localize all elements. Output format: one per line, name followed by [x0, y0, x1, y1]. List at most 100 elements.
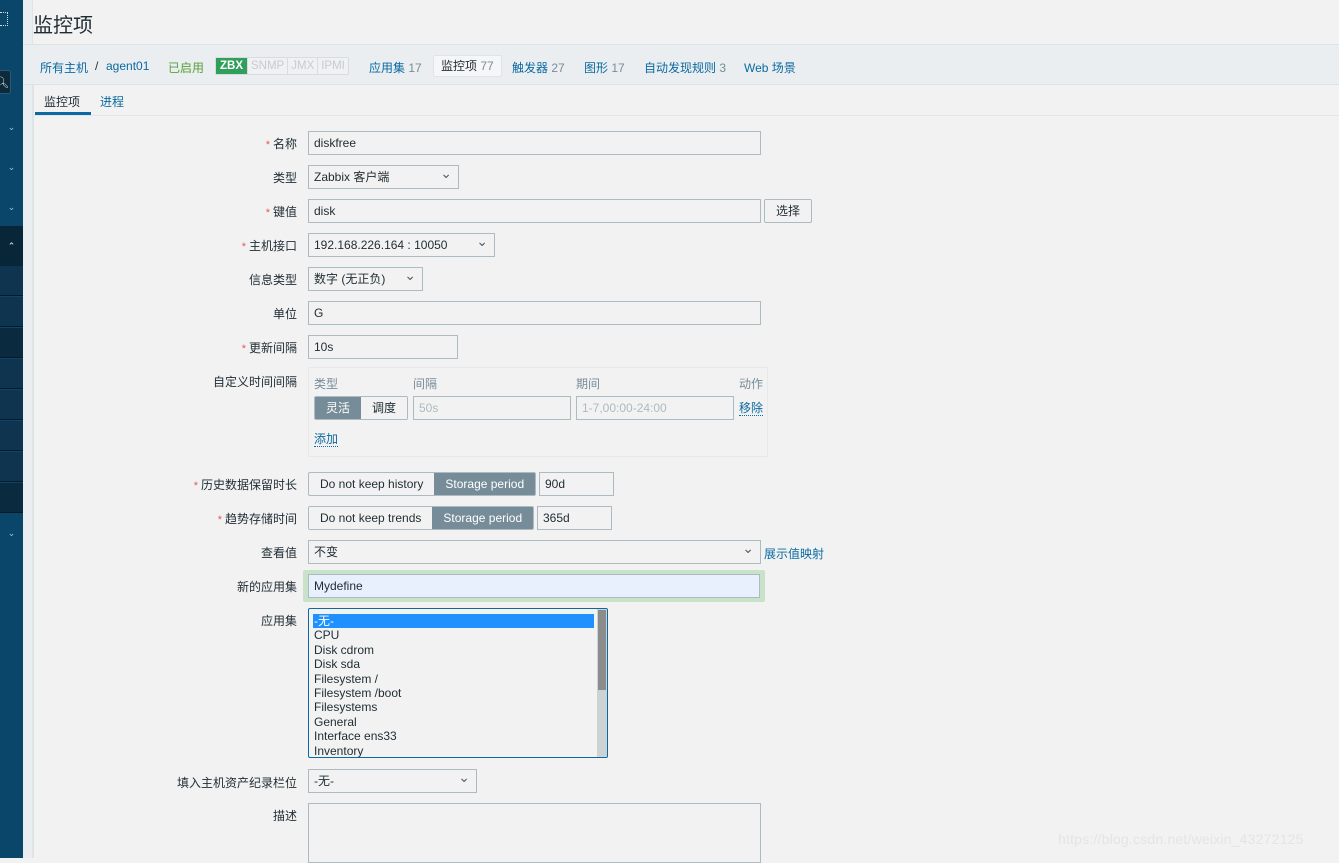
- label-text: 趋势存储时间: [224, 512, 297, 526]
- description-textarea[interactable]: [308, 803, 761, 863]
- host-status-enabled[interactable]: 已启用: [168, 59, 204, 76]
- hostnav-label: 应用集: [369, 61, 406, 75]
- sidebar-menu-monitoring[interactable]: ⌄: [0, 107, 23, 147]
- application-option[interactable]: Disk cdrom: [309, 643, 607, 657]
- units-label: 单位: [272, 307, 297, 321]
- column-header-action: 动作: [739, 377, 764, 391]
- availability-indicators: ZBX SNMP JMX IPMI: [215, 57, 349, 75]
- chevron-down-icon: ⌄: [7, 202, 16, 212]
- sidebar-menu-reports[interactable]: ⌄: [0, 187, 23, 227]
- sidebar: 🔍︎ ⌄ ⌄ ⌄ ⌃ ⌄: [0, 0, 23, 858]
- application-option[interactable]: General: [309, 715, 607, 729]
- sidebar-menu-configuration[interactable]: ⌃: [0, 226, 23, 266]
- form-tabs: 监控项 进程: [34, 85, 1339, 116]
- sidebar-menu-administration[interactable]: ⌄: [0, 513, 23, 553]
- inventory-field-label: 填入主机资产纪录栏位: [176, 776, 297, 790]
- history-storage-period-button[interactable]: Storage period: [434, 473, 536, 495]
- application-option[interactable]: Inventory: [309, 744, 607, 757]
- sidebar-menu-inventory[interactable]: ⌄: [0, 147, 23, 187]
- type-select[interactable]: Zabbix 客户端: [308, 165, 459, 189]
- type-scheduling-button[interactable]: 调度: [361, 397, 408, 419]
- tab-preprocessing[interactable]: 进程: [100, 93, 124, 110]
- units-input[interactable]: G: [308, 301, 761, 325]
- sidebar-subitem[interactable]: [0, 297, 23, 327]
- hostnav-label: Web 场景: [744, 61, 796, 75]
- tab-item[interactable]: 监控项: [44, 93, 80, 110]
- sidebar-subitem[interactable]: [0, 452, 23, 482]
- hostnav-discovery-rules[interactable]: 自动发现规则 3: [644, 59, 726, 76]
- trends-label: * 趋势存储时间: [218, 510, 297, 527]
- update-interval-input[interactable]: 10s: [308, 335, 458, 359]
- add-interval-link[interactable]: 添加: [314, 432, 339, 447]
- application-option[interactable]: Filesystem /boot: [309, 686, 607, 700]
- applications-scrollbar[interactable]: [597, 609, 607, 757]
- new-application-input[interactable]: Mydefine: [308, 574, 760, 598]
- hostnav-label: 监控项: [441, 59, 478, 73]
- application-option[interactable]: Interface ens33: [309, 729, 607, 743]
- trends-period-input[interactable]: 365d: [537, 506, 612, 530]
- scrollbar-thumb[interactable]: [598, 610, 606, 690]
- hostnav-applications[interactable]: 应用集 17: [369, 59, 422, 76]
- sidebar-subitem[interactable]: [0, 421, 23, 451]
- sidebar-subitem[interactable]: [0, 483, 23, 513]
- history-do-not-keep-button[interactable]: Do not keep history: [309, 473, 435, 495]
- hostnav-count: 3: [719, 61, 727, 75]
- hostnav-triggers[interactable]: 触发器 27: [512, 59, 565, 76]
- hostnav-graphs[interactable]: 图形 17: [584, 59, 625, 76]
- label-text: 键值: [272, 205, 297, 219]
- sidebar-subitem[interactable]: [0, 390, 23, 420]
- interface-label: * 主机接口: [242, 237, 297, 254]
- name-input[interactable]: diskfree: [308, 131, 761, 155]
- remove-interval-link[interactable]: 移除: [739, 401, 764, 416]
- breadcrumb-all-hosts[interactable]: 所有主机: [40, 59, 88, 76]
- type-flexible-button[interactable]: 灵活: [315, 397, 362, 419]
- application-option[interactable]: -无-: [313, 614, 594, 629]
- host-navigation-bar: 所有主机 / agent01 已启用 ZBX SNMP JMX IPMI 应用集…: [23, 44, 1339, 85]
- sidebar-subitem[interactable]: [0, 328, 23, 358]
- info-type-select[interactable]: 数字 (无正负): [308, 267, 423, 291]
- chevron-down-icon: ⌄: [7, 122, 16, 132]
- hostnav-items[interactable]: 监控项 77: [433, 55, 502, 77]
- history-period-input[interactable]: 90d: [539, 472, 614, 496]
- chevron-up-icon: ⌃: [7, 241, 16, 251]
- column-header-period: 期间: [576, 377, 601, 391]
- history-label: * 历史数据保留时长: [194, 476, 297, 493]
- inventory-field-select[interactable]: -无-: [308, 769, 477, 793]
- required-mark: *: [193, 480, 198, 492]
- applications-listbox[interactable]: -无- CPU Disk cdrom Disk sda Filesystem / File…: [308, 608, 608, 758]
- application-option[interactable]: Filesystem /: [309, 672, 607, 686]
- select-value: Zabbix 客户端: [314, 170, 390, 184]
- select-value: 192.168.226.164 : 10050: [314, 238, 448, 252]
- column-header-type: 类型: [314, 377, 339, 391]
- show-value-mappings-link[interactable]: 展示值映射: [764, 545, 824, 562]
- sidebar-subitem[interactable]: [0, 359, 23, 389]
- trends-storage-period-button[interactable]: Storage period: [432, 507, 534, 529]
- application-option[interactable]: CPU: [309, 628, 607, 642]
- item-form-panel: 监控项 进程 *名称 diskfree 类型 Zabbix 客户端 *键值 di…: [33, 85, 1339, 863]
- key-input[interactable]: disk: [308, 199, 761, 223]
- trends-do-not-keep-button[interactable]: Do not keep trends: [309, 507, 433, 529]
- required-mark: *: [265, 139, 270, 151]
- interface-select[interactable]: 192.168.226.164 : 10050: [308, 233, 495, 257]
- logo-icon[interactable]: [0, 12, 8, 26]
- hostnav-web-scenarios[interactable]: Web 场景: [744, 59, 796, 76]
- breadcrumb-host[interactable]: agent01: [106, 59, 149, 73]
- applications-label: 应用集: [260, 614, 297, 628]
- label-text: 名称: [272, 137, 297, 151]
- availability-snmp: SNMP: [247, 58, 288, 74]
- page-title: 监控项: [33, 15, 93, 37]
- application-option[interactable]: Disk sda: [309, 657, 607, 671]
- chevron-down-icon: ⌄: [7, 528, 16, 538]
- required-mark: *: [265, 207, 270, 219]
- select-key-button[interactable]: 选择: [764, 199, 812, 223]
- chevron-down-icon: ⌄: [7, 162, 16, 172]
- search-icon[interactable]: 🔍︎: [0, 70, 11, 94]
- availability-ipmi: IPMI: [317, 58, 348, 74]
- custom-period-input[interactable]: 1-7,00:00-24:00: [576, 396, 734, 420]
- application-option[interactable]: Filesystems: [309, 700, 607, 714]
- custom-interval-input[interactable]: 50s: [413, 396, 571, 420]
- custom-intervals-label: 自定义时间间隔: [212, 375, 297, 389]
- sidebar-subitem[interactable]: [0, 266, 23, 296]
- watermark: https://blog.csdn.net/weixin_43272125: [1058, 831, 1304, 847]
- show-value-select[interactable]: 不变: [308, 540, 761, 564]
